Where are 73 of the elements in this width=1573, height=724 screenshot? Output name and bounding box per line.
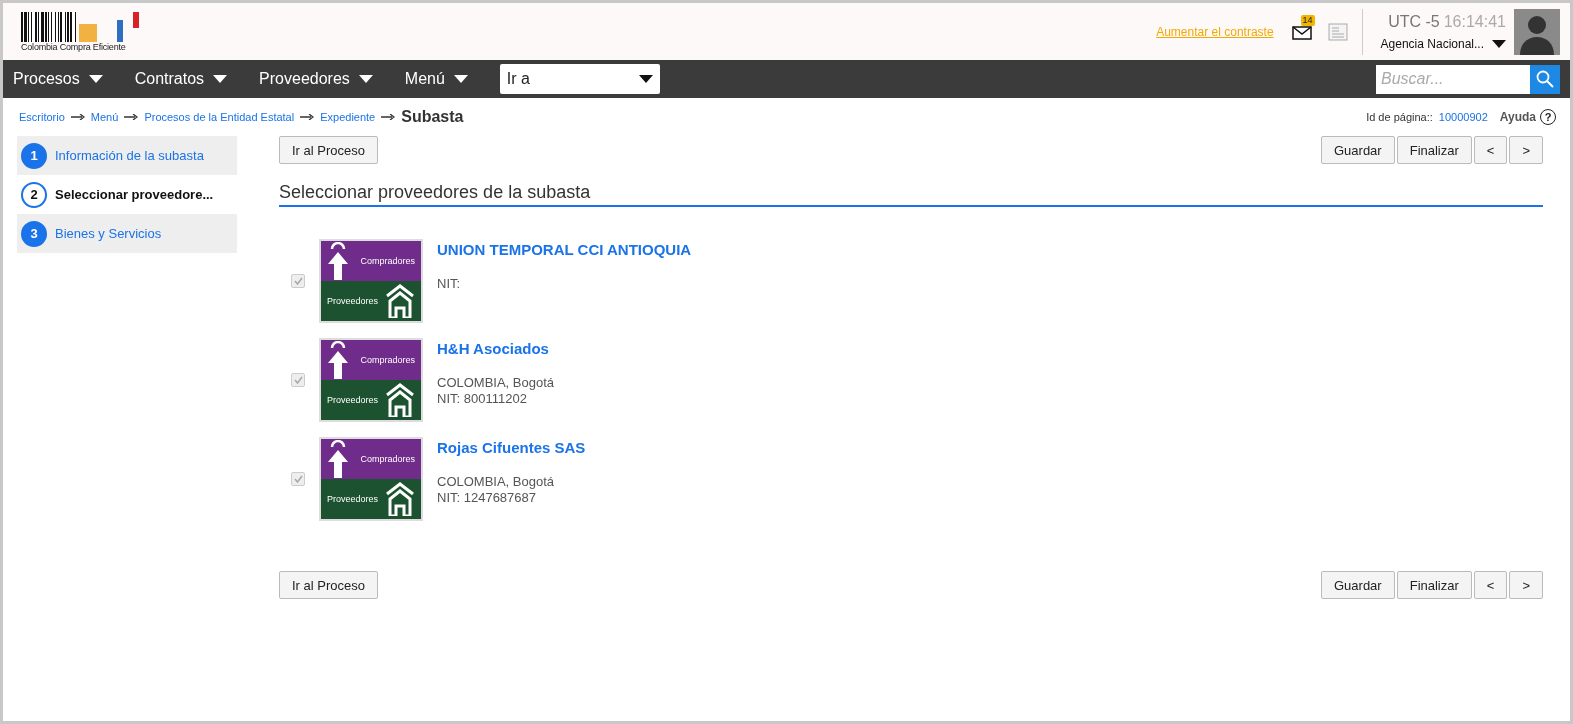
- caret-icon: [638, 75, 653, 83]
- breadcrumb-link[interactable]: Escritorio: [19, 111, 65, 123]
- avatar-silhouette-icon[interactable]: [1514, 8, 1560, 55]
- account-dropdown[interactable]: Agencia Nacional...: [1380, 36, 1506, 51]
- step-number: 3: [21, 220, 47, 247]
- arrow-icon: [381, 114, 396, 120]
- caret-icon: [1492, 39, 1506, 48]
- step-number: 2: [21, 181, 47, 208]
- finish-button[interactable]: Finalizar: [1396, 571, 1472, 599]
- finish-button[interactable]: Finalizar: [1396, 136, 1472, 164]
- house-icon: [385, 383, 415, 417]
- caret-icon: [213, 75, 228, 83]
- search-field[interactable]: Buscar...: [1376, 64, 1530, 94]
- house-icon: [385, 284, 415, 318]
- breadcrumb-current: Subasta: [401, 108, 464, 126]
- house-icon: [385, 482, 415, 516]
- nav-menu[interactable]: Proveedores: [259, 70, 373, 88]
- go-to-dropdown[interactable]: Ir a: [499, 64, 660, 94]
- breadcrumb-link[interactable]: Procesos de la Entidad Estatal: [144, 111, 295, 123]
- save-button[interactable]: Guardar: [1321, 136, 1395, 164]
- supplier-name-link[interactable]: H&H Asociados: [437, 340, 555, 357]
- envelope-icon[interactable]: [1291, 25, 1312, 40]
- nav-menu[interactable]: Contratos: [134, 70, 228, 88]
- go-to-process-button[interactable]: Ir al Proceso: [279, 136, 378, 164]
- notification-badge: 14: [1300, 14, 1315, 26]
- logo-label: Proveedores: [327, 296, 379, 306]
- checkbox[interactable]: [291, 472, 305, 486]
- supplier-detail: COLOMBIA, Bogotá: [437, 474, 556, 490]
- arrow-icon: [124, 114, 139, 120]
- breadcrumb-link[interactable]: Expediente: [320, 111, 376, 123]
- document-icon[interactable]: [1327, 22, 1348, 41]
- page-id-link[interactable]: 10000902: [1438, 111, 1488, 123]
- page-id-label: Id de página::: [1366, 111, 1433, 123]
- next-button[interactable]: >: [1509, 571, 1543, 599]
- step-number: 1: [21, 142, 47, 169]
- arrow-icon: [70, 114, 85, 120]
- logo-label: Proveedores: [327, 395, 379, 405]
- checkbox[interactable]: [291, 274, 305, 288]
- supplier-name-link[interactable]: UNION TEMPORAL CCI ANTIOQUIA: [437, 241, 692, 258]
- supplier-detail: NIT: 800111202: [437, 391, 528, 407]
- supplier-detail: NIT: 1247687687: [437, 490, 538, 506]
- caret-icon: [88, 75, 103, 83]
- logo-text: Colombia Compra Eficiente: [21, 41, 126, 52]
- logo-label: Compradores: [360, 355, 415, 365]
- up-arrow-icon: [327, 242, 349, 280]
- caret-icon: [453, 75, 468, 83]
- timezone-label: UTC -5: [1388, 12, 1440, 31]
- section-title: Seleccionar proveedores de la subasta: [279, 182, 1543, 207]
- nav-menu[interactable]: Procesos: [13, 70, 103, 88]
- previous-button[interactable]: <: [1473, 571, 1508, 599]
- supplier-name-link[interactable]: Rojas Cifuentes SAS: [437, 439, 586, 456]
- supplier-detail: COLOMBIA, Bogotá: [437, 375, 555, 391]
- logo-label: Compradores: [360, 454, 415, 464]
- up-arrow-icon: [327, 341, 349, 379]
- breadcrumb-link[interactable]: Menú: [90, 111, 119, 123]
- save-button[interactable]: Guardar: [1321, 571, 1395, 599]
- up-arrow-icon: [327, 440, 349, 478]
- checkbox[interactable]: [291, 373, 305, 387]
- search-icon: [1536, 70, 1554, 88]
- clock-time: 16:14:41: [1443, 12, 1506, 31]
- help-button[interactable]: Ayuda ?: [1499, 109, 1556, 125]
- search-button[interactable]: [1530, 64, 1560, 94]
- wizard-step[interactable]: 3 Bienes y Servicios: [17, 214, 237, 253]
- logo-label: Compradores: [360, 256, 415, 266]
- wizard-step[interactable]: 1 Información de la subasta: [17, 136, 237, 175]
- arrow-icon: [300, 114, 315, 120]
- nav-menu[interactable]: Menú: [404, 70, 468, 88]
- previous-button[interactable]: <: [1473, 136, 1508, 164]
- next-button[interactable]: >: [1509, 136, 1543, 164]
- supplier-detail: NIT:: [437, 276, 462, 292]
- go-to-process-button[interactable]: Ir al Proceso: [279, 571, 378, 599]
- caret-icon: [358, 75, 373, 83]
- logo-label: Proveedores: [327, 494, 379, 504]
